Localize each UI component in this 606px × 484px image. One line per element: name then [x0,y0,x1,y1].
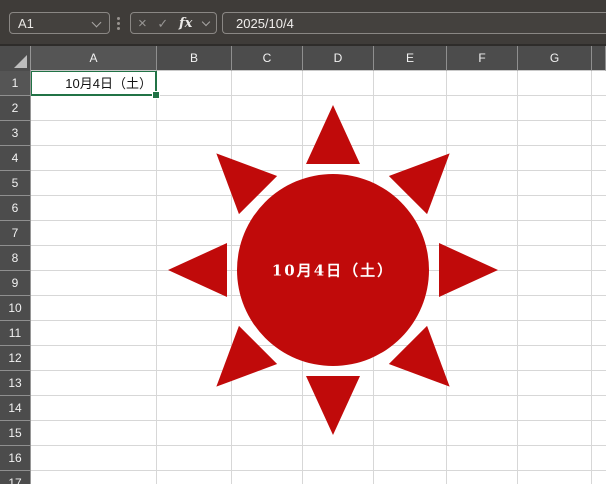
row-header-14[interactable]: 14 [0,396,30,421]
row-header-7[interactable]: 7 [0,221,30,246]
sun-label: 10月4日（土） [272,261,394,279]
gridline-horizontal [31,470,606,471]
column-header-F[interactable]: F [447,46,518,71]
column-header-partial[interactable] [592,46,606,71]
row-header-9[interactable]: 9 [0,271,30,296]
vertical-dots-separator-icon [117,17,120,20]
cancel-icon[interactable]: × [138,16,147,31]
row-header-5[interactable]: 5 [0,171,30,196]
insert-function-icon[interactable]: fx [179,16,192,31]
column-header-D[interactable]: D [303,46,374,71]
select-all-triangle-icon [14,55,27,68]
row-headers: 1234567891011121314151617 [0,71,31,484]
formula-input[interactable]: 2025/10/4 [222,12,606,34]
name-box-value: A1 [18,16,34,31]
fill-handle[interactable] [152,91,160,99]
column-header-E[interactable]: E [374,46,447,71]
gridline-horizontal [31,370,606,371]
select-all-button[interactable] [0,46,31,72]
column-headers: ABCDEFG [31,46,606,71]
column-header-G[interactable]: G [518,46,592,71]
formula-toolbar: A1 × ✓ fx 2025/10/4 [0,0,606,44]
row-header-10[interactable]: 10 [0,296,30,321]
row-header-8[interactable]: 8 [0,246,30,271]
formula-value: 2025/10/4 [236,16,294,31]
row-header-3[interactable]: 3 [0,121,30,146]
sun-shape[interactable]: 10月4日（土） [168,105,498,435]
row-header-12[interactable]: 12 [0,346,30,371]
gridline-vertical [591,71,592,484]
row-header-16[interactable]: 16 [0,446,30,471]
column-header-C[interactable]: C [232,46,303,71]
row-header-15[interactable]: 15 [0,421,30,446]
gridline-horizontal [31,420,606,421]
row-header-11[interactable]: 11 [0,321,30,346]
gridline-horizontal [31,445,606,446]
chevron-down-icon[interactable] [202,18,210,26]
row-header-2[interactable]: 2 [0,96,30,121]
selection-border [31,71,157,96]
row-header-13[interactable]: 13 [0,371,30,396]
gridline-vertical [517,71,518,484]
enter-check-icon[interactable]: ✓ [157,17,168,30]
gridline-vertical [231,71,232,484]
spreadsheet-app: A1 × ✓ fx 2025/10/4 ABCDEFG 123456789101… [0,0,606,484]
gridline-horizontal [31,120,606,121]
formula-buttons-group: × ✓ fx [130,12,217,34]
gridline-horizontal [31,170,606,171]
column-header-A[interactable]: A [31,46,157,71]
row-header-6[interactable]: 6 [0,196,30,221]
column-header-B[interactable]: B [157,46,232,71]
name-box[interactable]: A1 [9,12,110,34]
row-header-17[interactable]: 17 [0,471,30,484]
row-header-1[interactable]: 1 [0,71,30,96]
chevron-down-icon[interactable] [92,18,102,28]
gridline-vertical [156,71,157,484]
row-header-4[interactable]: 4 [0,146,30,171]
